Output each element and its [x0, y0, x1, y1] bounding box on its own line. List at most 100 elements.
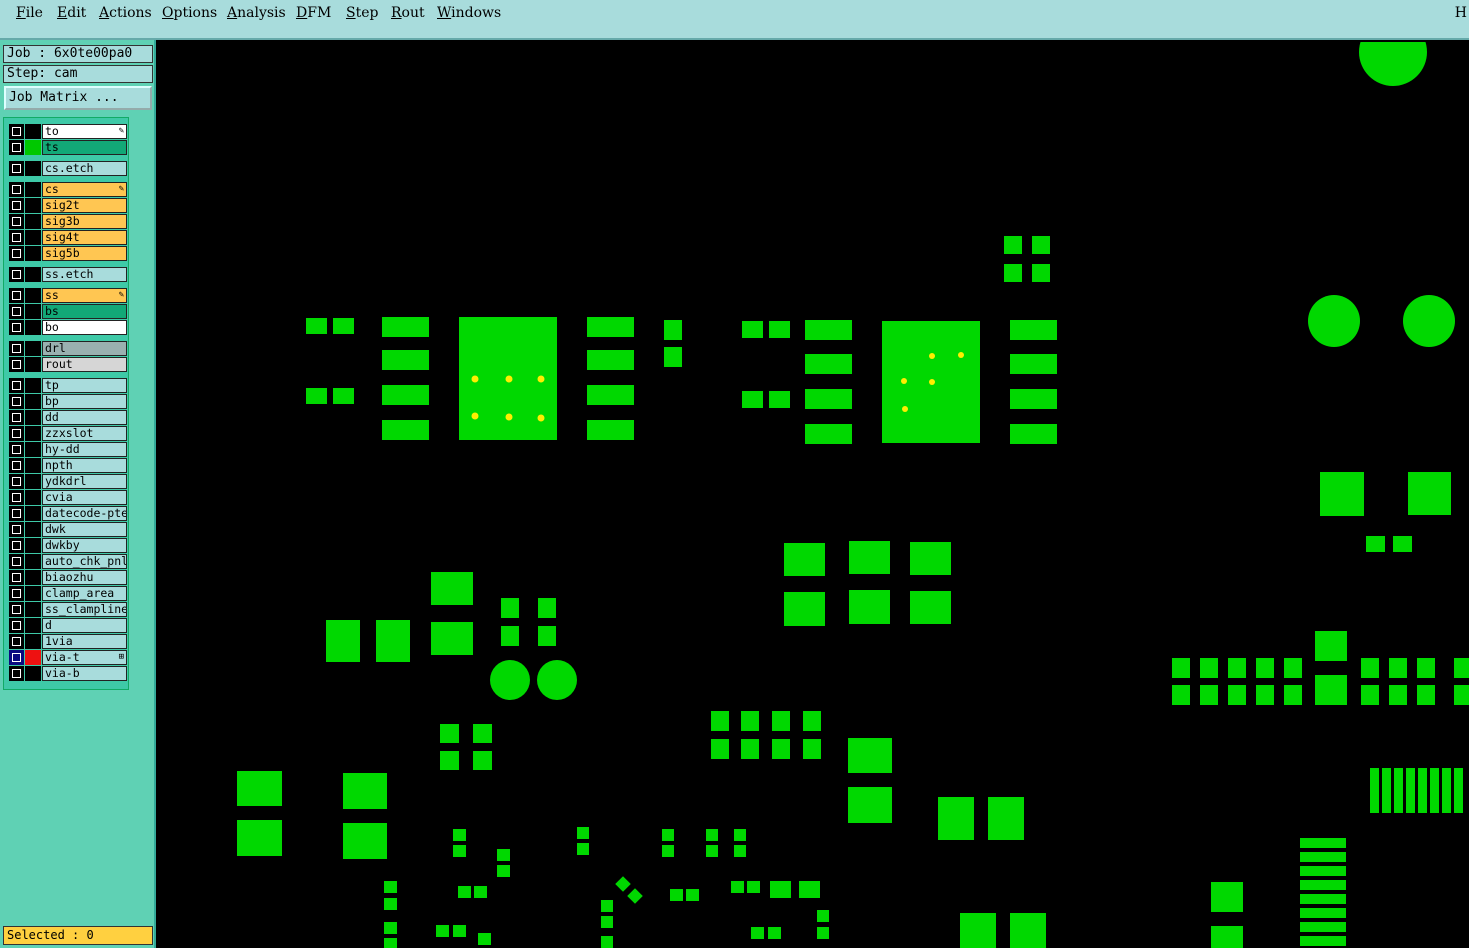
connector-finger[interactable] [1394, 768, 1403, 813]
menu-actions[interactable]: Actions [99, 5, 152, 21]
smd-pad[interactable] [799, 881, 820, 898]
layer-color-swatch[interactable] [25, 474, 41, 489]
round-pad[interactable] [1308, 295, 1360, 347]
layer-row-ss.etch[interactable]: ss.etch [9, 267, 127, 282]
smd-pad[interactable] [711, 739, 729, 759]
smd-pad[interactable] [501, 598, 519, 618]
smd-pad[interactable] [770, 881, 791, 898]
smd-pad[interactable] [1032, 236, 1050, 254]
layer-color-swatch[interactable] [25, 426, 41, 441]
layer-color-swatch[interactable] [25, 538, 41, 553]
smd-pad[interactable] [848, 787, 892, 823]
layer-name-label[interactable]: via-b [42, 666, 127, 681]
smd-pad[interactable] [1454, 658, 1469, 678]
round-pad[interactable] [490, 660, 530, 700]
smd-pad[interactable] [769, 391, 790, 408]
layer-row-npth[interactable]: npth [9, 458, 127, 473]
smd-pad[interactable] [741, 711, 759, 731]
drill-hole[interactable] [471, 412, 479, 420]
smd-pad[interactable] [784, 592, 825, 626]
smd-pad[interactable] [333, 388, 354, 404]
smd-pad[interactable] [1389, 658, 1407, 678]
smd-pad[interactable] [587, 385, 634, 405]
layer-color-swatch[interactable] [25, 320, 41, 335]
smd-pad[interactable] [769, 321, 790, 338]
smd-pad[interactable] [1408, 472, 1451, 515]
layer-color-swatch[interactable] [25, 410, 41, 425]
menu-help[interactable]: H [1455, 5, 1467, 21]
smd-pad[interactable] [384, 898, 397, 910]
smd-pad[interactable] [382, 385, 429, 405]
smd-pad[interactable] [577, 843, 589, 855]
connector-finger[interactable] [1300, 908, 1346, 918]
smd-pad[interactable] [1454, 685, 1469, 705]
layer-visibility-checkbox[interactable] [9, 288, 24, 303]
smd-pad[interactable] [910, 591, 951, 624]
drill-hole[interactable] [902, 406, 908, 412]
menu-edit[interactable]: Edit [57, 5, 86, 21]
connector-finger[interactable] [1300, 852, 1346, 862]
layer-visibility-checkbox[interactable] [9, 618, 24, 633]
layer-visibility-checkbox[interactable] [9, 320, 24, 335]
layer-name-label[interactable]: tp [42, 378, 127, 393]
layer-visibility-checkbox[interactable] [9, 230, 24, 245]
layer-name-label[interactable]: ss.etch [42, 267, 127, 282]
layer-name-label[interactable]: via-t ⊞ [42, 650, 127, 665]
smd-pad[interactable] [664, 347, 682, 367]
layer-color-swatch[interactable] [25, 230, 41, 245]
layer-visibility-checkbox[interactable] [9, 267, 24, 282]
smd-pad[interactable] [817, 927, 829, 939]
smd-pad[interactable] [627, 888, 643, 904]
smd-pad[interactable] [453, 845, 466, 857]
smd-pad[interactable] [497, 849, 510, 861]
smd-pad[interactable] [662, 845, 674, 857]
layer-visibility-checkbox[interactable] [9, 666, 24, 681]
layer-name-label[interactable]: rout [42, 357, 127, 372]
smd-pad[interactable] [910, 542, 951, 575]
layer-row-biaozhu[interactable]: biaozhu [9, 570, 127, 585]
layer-name-label[interactable]: ydkdrl [42, 474, 127, 489]
smd-pad[interactable] [1284, 685, 1302, 705]
layer-name-label[interactable]: bo [42, 320, 127, 335]
layer-row-cvia[interactable]: cvia [9, 490, 127, 505]
menu-step[interactable]: Step [346, 5, 378, 21]
menu-dfm[interactable]: DFM [296, 5, 331, 21]
layer-name-label[interactable]: dwkby [42, 538, 127, 553]
smd-pad[interactable] [343, 773, 387, 809]
layer-name-label[interactable]: cs.etch [42, 161, 127, 176]
smd-pad[interactable] [453, 829, 466, 841]
smd-pad[interactable] [662, 829, 674, 841]
smd-pad[interactable] [849, 541, 890, 574]
layer-color-swatch[interactable] [25, 214, 41, 229]
smd-pad[interactable] [1320, 472, 1364, 516]
layer-color-swatch[interactable] [25, 124, 41, 139]
smd-pad[interactable] [803, 739, 821, 759]
smd-pad[interactable] [1389, 685, 1407, 705]
layer-row-rout[interactable]: rout [9, 357, 127, 372]
layer-name-label[interactable]: to ✎ [42, 124, 127, 139]
smd-pad[interactable] [1004, 264, 1022, 282]
smd-pad[interactable] [670, 889, 683, 901]
menu-file[interactable]: File [16, 5, 43, 21]
layer-name-label[interactable]: biaozhu [42, 570, 127, 585]
layer-row-ss_clampline[interactable]: ss_clampline [9, 602, 127, 617]
layer-name-label[interactable]: auto_chk_pnl [42, 554, 127, 569]
layer-row-ts[interactable]: ts [9, 140, 127, 155]
smd-pad[interactable] [803, 711, 821, 731]
layer-visibility-checkbox[interactable] [9, 586, 24, 601]
smd-pad[interactable] [538, 626, 556, 646]
smd-pad[interactable] [805, 424, 852, 444]
smd-pad[interactable] [742, 321, 763, 338]
smd-pad[interactable] [474, 886, 487, 898]
layer-name-label[interactable]: 1via [42, 634, 127, 649]
smd-pad[interactable] [742, 391, 763, 408]
smd-pad[interactable] [601, 936, 613, 948]
layer-name-label[interactable]: cvia [42, 490, 127, 505]
layer-name-label[interactable]: sig5b [42, 246, 127, 261]
layer-row-sig4t[interactable]: sig4t [9, 230, 127, 245]
smd-pad[interactable] [1211, 882, 1243, 912]
layer-row-auto_chk_pnl[interactable]: auto_chk_pnl [9, 554, 127, 569]
layer-visibility-checkbox[interactable] [9, 182, 24, 197]
smd-pad[interactable] [601, 900, 613, 912]
smd-pad[interactable] [960, 913, 996, 948]
